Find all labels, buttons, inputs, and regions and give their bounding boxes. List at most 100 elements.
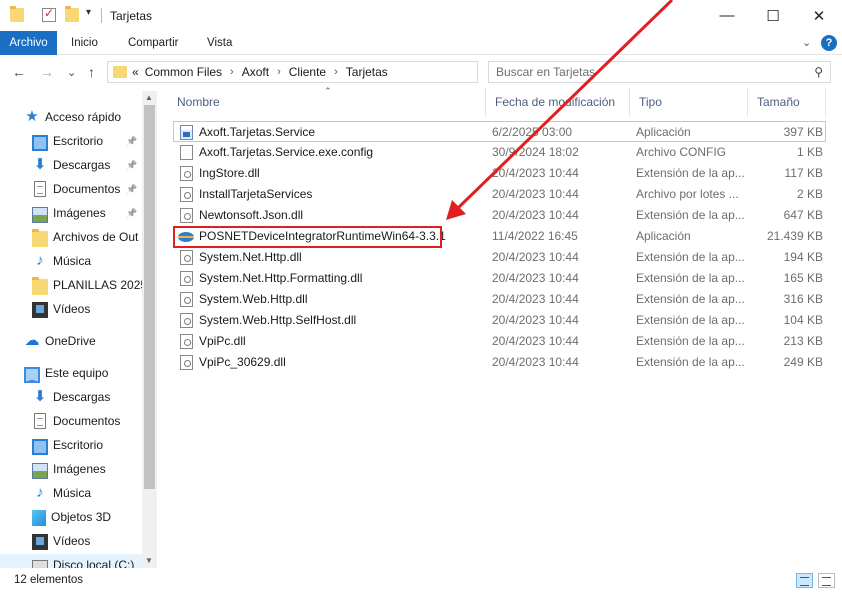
document-icon bbox=[34, 413, 46, 429]
chevron-right-icon[interactable]: › bbox=[230, 66, 234, 78]
recent-locations-button[interactable]: ⌄ bbox=[67, 66, 76, 79]
download-icon: ⬇ bbox=[33, 388, 47, 405]
sidebar-item-archivos-de-out[interactable]: Archivos de Out bbox=[0, 226, 142, 248]
table-row[interactable]: Newtonsoft.Json.dll 20/4/2023 10:44 Extens… bbox=[168, 205, 826, 226]
file-name: InstallTarjetaServices bbox=[199, 187, 313, 201]
quick-access-dropdown-icon[interactable]: ▾ bbox=[86, 7, 91, 18]
help-button[interactable]: ? bbox=[821, 35, 837, 51]
sidebar-item-vídeos[interactable]: Vídeos bbox=[0, 298, 142, 320]
ribbon-tabs: Archivo Inicio Compartir Vista ⌄ ? bbox=[0, 31, 842, 55]
file-type: Extensión de la ap... bbox=[636, 250, 745, 264]
file-icon bbox=[180, 271, 193, 286]
minimize-button[interactable]: — bbox=[704, 0, 750, 31]
table-row[interactable]: Axoft.Tarjetas.Service 6/2/2025 03:00 Apli… bbox=[173, 121, 826, 142]
table-row[interactable]: InstallTarjetaServices 20/4/2023 10:44 Arc… bbox=[168, 184, 826, 205]
video-icon bbox=[32, 302, 48, 318]
tab-compartir[interactable]: Compartir bbox=[119, 31, 187, 55]
address-bar[interactable]: « Common Files › Axoft › Cliente › Tarje… bbox=[107, 61, 582, 83]
column-header-date[interactable]: Fecha de modificación bbox=[486, 88, 630, 117]
sidebar-item-acceso-rápido[interactable]: ★ Acceso rápido bbox=[0, 106, 142, 128]
sidebar-item-documentos[interactable]: Documentos 📌 bbox=[0, 178, 142, 200]
new-folder-icon[interactable] bbox=[65, 6, 79, 22]
column-header-name[interactable]: Nombre bbox=[168, 88, 486, 117]
ribbon-expand-icon[interactable]: ⌄ bbox=[802, 36, 811, 49]
breadcrumb-common-files[interactable]: Common Files bbox=[145, 65, 222, 79]
column-header-size[interactable]: Tamaño bbox=[748, 88, 826, 117]
table-row[interactable]: Axoft.Tarjetas.Service.exe.config 30/9/20… bbox=[168, 142, 826, 163]
file-size: 249 KB bbox=[783, 355, 823, 369]
file-date: 30/9/2024 18:02 bbox=[492, 145, 579, 159]
file-type: Archivo CONFIG bbox=[636, 145, 727, 159]
breadcrumb-overflow[interactable]: « bbox=[132, 65, 139, 79]
scroll-down-icon[interactable]: ▼ bbox=[145, 556, 153, 565]
sidebar-item-imágenes[interactable]: Imágenes 📌 bbox=[0, 202, 142, 224]
sidebar-item-descargas[interactable]: ⬇ Descargas bbox=[0, 386, 142, 408]
sidebar-item-planillas-2025[interactable]: PLANILLAS 2025 bbox=[0, 274, 142, 296]
folder-icon[interactable] bbox=[10, 6, 24, 22]
sidebar-item-vídeos[interactable]: Vídeos bbox=[0, 530, 142, 552]
sidebar-item-descargas[interactable]: ⬇ Descargas 📌 bbox=[0, 154, 142, 176]
sidebar-item-disco-local-c-[interactable]: Disco local (C:) bbox=[0, 554, 142, 568]
tab-inicio[interactable]: Inicio bbox=[62, 31, 107, 55]
sidebar-item-música[interactable]: ♪ Música bbox=[0, 250, 142, 272]
search-box[interactable]: ⚲ bbox=[488, 61, 831, 83]
sidebar-item-onedrive[interactable]: ☁ OneDrive bbox=[0, 330, 142, 352]
tab-vista[interactable]: Vista bbox=[198, 31, 241, 55]
close-button[interactable]: ✕ bbox=[796, 0, 842, 31]
file-icon bbox=[180, 292, 193, 307]
desktop-icon bbox=[32, 135, 48, 151]
table-row[interactable]: System.Net.Http.dll 20/4/2023 10:44 Extens… bbox=[168, 247, 826, 268]
breadcrumb: « Common Files › Axoft › Cliente › Tarje… bbox=[132, 65, 388, 79]
sidebar-item-label: Este equipo bbox=[45, 366, 109, 380]
sidebar-item-label: Escritorio bbox=[53, 438, 104, 452]
back-button[interactable]: ← bbox=[12, 64, 26, 80]
sidebar-item-música[interactable]: ♪ Música bbox=[0, 482, 142, 504]
properties-icon[interactable] bbox=[42, 6, 56, 22]
table-row[interactable]: System.Net.Http.Formatting.dll 20/4/2023 … bbox=[168, 268, 826, 289]
file-name: System.Web.Http.dll bbox=[199, 292, 308, 306]
column-header-type[interactable]: Tipo bbox=[630, 88, 748, 117]
file-date: 20/4/2023 10:44 bbox=[492, 334, 579, 348]
search-icon[interactable]: ⚲ bbox=[814, 65, 823, 79]
table-row[interactable]: IngStore.dll 20/4/2023 10:44 Extensión de … bbox=[168, 163, 826, 184]
details-view-button[interactable] bbox=[796, 573, 813, 588]
table-row[interactable]: VpiPc_30629.dll 20/4/2023 10:44 Extensión … bbox=[168, 352, 826, 373]
navigation-pane: ★ Acceso rápido Escritorio 📌 ⬇ Descargas 📌 Docu… bbox=[0, 91, 157, 568]
nav-scrollbar[interactable]: ▲ ▼ bbox=[142, 91, 157, 568]
sidebar-item-label: Vídeos bbox=[53, 534, 91, 548]
sidebar-item-imágenes[interactable]: Imágenes bbox=[0, 458, 142, 480]
sidebar-item-objetos-3d[interactable]: Objetos 3D bbox=[0, 506, 142, 528]
up-button[interactable]: ↑ bbox=[88, 64, 95, 80]
sidebar-item-label: Música bbox=[53, 486, 92, 500]
tab-archivo[interactable]: Archivo bbox=[0, 31, 57, 55]
file-name: Axoft.Tarjetas.Service.exe.config bbox=[199, 145, 374, 159]
breadcrumb-cliente[interactable]: Cliente bbox=[289, 65, 326, 79]
document-icon bbox=[34, 181, 46, 197]
table-row[interactable]: System.Web.Http.SelfHost.dll 20/4/2023 10… bbox=[168, 310, 826, 331]
chevron-right-icon[interactable]: › bbox=[334, 66, 338, 78]
sidebar-item-escritorio[interactable]: Escritorio 📌 bbox=[0, 130, 142, 152]
chevron-right-icon[interactable]: › bbox=[277, 66, 281, 78]
file-date: 20/4/2023 10:44 bbox=[492, 187, 579, 201]
file-type: Aplicación bbox=[636, 229, 691, 243]
scrollbar-thumb[interactable] bbox=[144, 105, 155, 489]
scroll-up-icon[interactable]: ▲ bbox=[145, 93, 153, 102]
maximize-button[interactable]: ☐ bbox=[750, 0, 796, 31]
breadcrumb-axoft[interactable]: Axoft bbox=[242, 65, 269, 79]
file-name: System.Net.Http.Formatting.dll bbox=[199, 271, 363, 285]
sidebar-item-este-equipo[interactable]: Este equipo bbox=[0, 362, 142, 384]
sidebar-item-documentos[interactable]: Documentos bbox=[0, 410, 142, 432]
search-input[interactable] bbox=[489, 62, 789, 82]
file-date: 20/4/2023 10:44 bbox=[492, 166, 579, 180]
breadcrumb-tarjetas[interactable]: Tarjetas bbox=[346, 65, 388, 79]
file-size: 647 KB bbox=[783, 208, 823, 222]
file-size: 21.439 KB bbox=[766, 229, 823, 243]
forward-button[interactable]: → bbox=[40, 64, 54, 80]
large-icons-view-button[interactable] bbox=[818, 573, 835, 588]
table-row[interactable]: System.Web.Http.dll 20/4/2023 10:44 Extens… bbox=[168, 289, 826, 310]
sidebar-item-escritorio[interactable]: Escritorio bbox=[0, 434, 142, 456]
pin-icon: 📌 bbox=[126, 159, 138, 170]
table-row[interactable]: VpiPc.dll 20/4/2023 10:44 Extensión de la … bbox=[168, 331, 826, 352]
file-icon bbox=[180, 355, 193, 370]
file-type: Aplicación bbox=[636, 125, 691, 139]
